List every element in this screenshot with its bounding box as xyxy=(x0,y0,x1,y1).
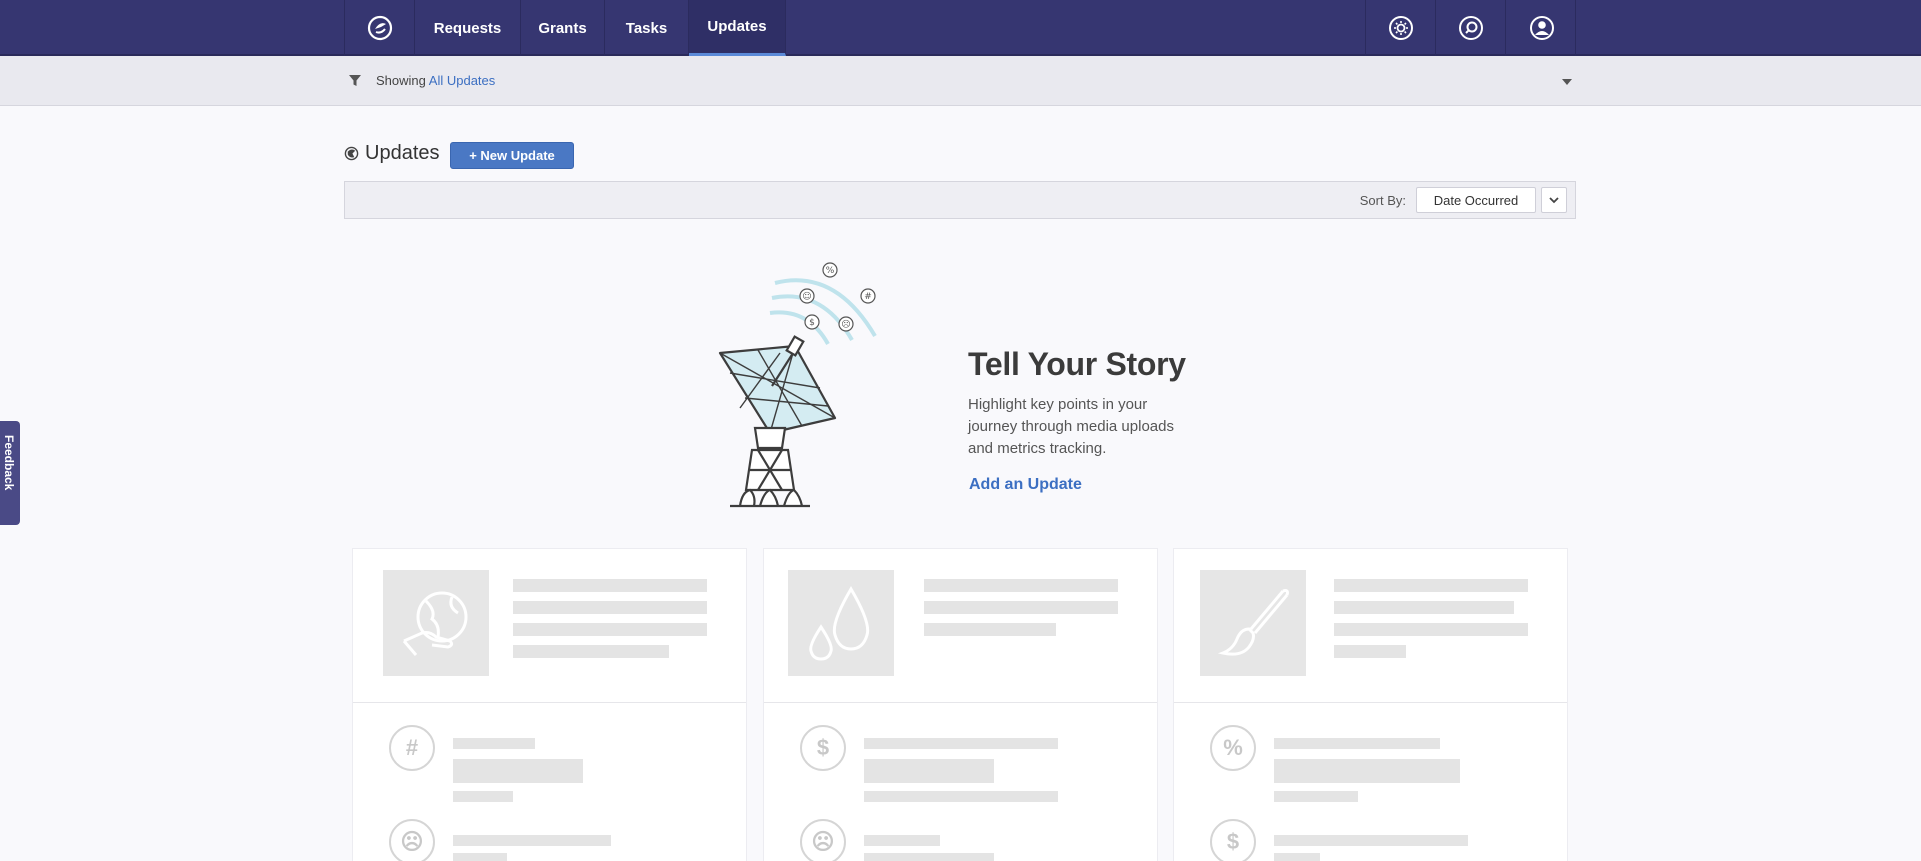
add-update-link[interactable]: Add an Update xyxy=(969,476,1082,494)
nav-updates[interactable]: Updates xyxy=(689,0,786,56)
placeholder-line xyxy=(1274,835,1468,846)
card-divider xyxy=(764,702,1157,703)
filter-expand-caret-icon[interactable] xyxy=(1562,79,1572,85)
sort-direction-button[interactable] xyxy=(1541,187,1567,213)
new-update-button[interactable]: + New Update xyxy=(450,142,574,169)
placeholder-image xyxy=(383,570,489,676)
placeholder-line xyxy=(453,835,611,846)
placeholder-line xyxy=(1274,853,1320,861)
placeholder-line xyxy=(1274,791,1358,802)
sad-face-metric-icon: ☹ xyxy=(389,819,435,861)
placeholder-line xyxy=(864,738,1058,749)
placeholder-card: % $ xyxy=(1173,548,1568,861)
nav-requests[interactable]: Requests xyxy=(415,0,521,56)
dollar-metric-icon: $ xyxy=(800,725,846,771)
placeholder-line xyxy=(513,601,707,614)
placeholder-line xyxy=(453,759,583,783)
placeholder-card: # ☹ xyxy=(352,548,747,861)
placeholder-line xyxy=(1274,759,1460,783)
placeholder-line xyxy=(513,579,707,592)
placeholder-line xyxy=(924,579,1118,592)
placeholder-line xyxy=(453,853,507,861)
feedback-label: Feedback xyxy=(2,435,16,491)
placeholder-line xyxy=(453,738,535,749)
top-navigation: Requests Grants Tasks Updates xyxy=(0,0,1921,56)
placeholder-line xyxy=(513,623,707,636)
updates-icon xyxy=(344,146,359,161)
placeholder-card: $ ☹ xyxy=(763,548,1158,861)
search-button[interactable] xyxy=(1435,0,1505,56)
app-logo[interactable] xyxy=(345,0,415,56)
placeholder-line xyxy=(453,791,513,802)
water-drops-icon xyxy=(809,586,870,661)
filter-summary: Showing All Updates xyxy=(376,73,495,88)
placeholder-line xyxy=(864,791,1058,802)
svg-text:#: # xyxy=(864,292,872,302)
settings-button[interactable] xyxy=(1365,0,1435,56)
svg-text:☺: ☺ xyxy=(802,291,811,302)
chevron-down-icon xyxy=(1549,196,1559,203)
dollar-metric-icon: $ xyxy=(1210,819,1256,861)
placeholder-line xyxy=(864,835,940,846)
filter-prefix: Showing xyxy=(376,73,426,88)
satellite-dish-illustration: % ☺ # $ ☹ xyxy=(718,262,877,508)
page-title: Updates xyxy=(365,142,440,164)
filter-value-link[interactable]: All Updates xyxy=(429,73,495,88)
top-navigation-inner: Requests Grants Tasks Updates xyxy=(344,0,1576,56)
placeholder-line xyxy=(1274,738,1440,749)
svg-text:$: $ xyxy=(809,318,815,328)
account-button[interactable] xyxy=(1505,0,1577,56)
empty-state-title: Tell Your Story xyxy=(968,346,1186,382)
card-divider xyxy=(353,702,746,703)
svg-text:☹: ☹ xyxy=(841,319,850,330)
sad-face-metric-icon: ☹ xyxy=(800,819,846,861)
placeholder-line xyxy=(1334,601,1514,614)
placeholder-line xyxy=(1334,579,1528,592)
percent-metric-icon: % xyxy=(1210,725,1256,771)
empty-state-description: Highlight key points in your journey thr… xyxy=(968,396,1174,457)
placeholder-image xyxy=(788,570,894,676)
hash-metric-icon: # xyxy=(389,725,435,771)
nav-tasks[interactable]: Tasks xyxy=(605,0,689,56)
placeholder-line xyxy=(513,645,669,658)
search-icon xyxy=(1458,16,1483,40)
logo-icon xyxy=(367,15,392,41)
feedback-tab[interactable]: Feedback xyxy=(0,421,20,525)
placeholder-line xyxy=(864,759,994,783)
placeholder-line xyxy=(924,623,1056,636)
card-divider xyxy=(1174,702,1567,703)
sort-bar: Sort By: Date Occurred xyxy=(344,181,1576,219)
sort-label: Sort By: xyxy=(1359,193,1406,208)
nav-grants[interactable]: Grants xyxy=(521,0,605,56)
globe-hand-icon xyxy=(402,591,468,656)
placeholder-line xyxy=(1334,645,1406,658)
user-account-icon xyxy=(1529,16,1554,40)
page-header: Updates xyxy=(344,142,440,165)
filter-icon[interactable] xyxy=(348,74,362,87)
placeholder-line xyxy=(924,601,1118,614)
placeholder-image xyxy=(1200,570,1306,676)
filter-bar: Showing All Updates xyxy=(0,56,1921,106)
svg-text:%: % xyxy=(826,266,835,276)
placeholder-line xyxy=(1334,623,1528,636)
paintbrush-icon xyxy=(1217,589,1289,656)
settings-gear-icon xyxy=(1388,16,1413,40)
sort-select[interactable]: Date Occurred xyxy=(1416,187,1536,213)
placeholder-line xyxy=(864,853,994,861)
